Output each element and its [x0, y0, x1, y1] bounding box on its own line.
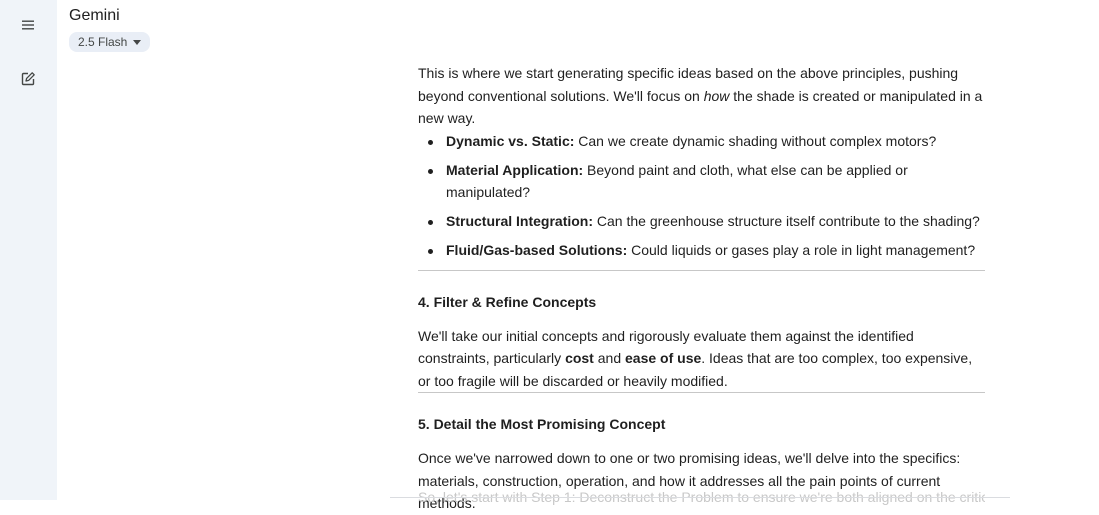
divider: [418, 269, 985, 271]
list-item-text: Can the greenhouse structure itself cont…: [593, 213, 980, 229]
list-item: Fluid/Gas-based Solutions: Could liquids…: [418, 239, 985, 262]
divider: [418, 392, 985, 393]
intro-emphasis: how: [703, 87, 730, 104]
list-item-text: Can we create dynamic shading without co…: [574, 132, 937, 149]
model-selector[interactable]: 2.5 Flash: [69, 32, 151, 52]
section-heading: 5. Detail the Most Promising Concept: [418, 416, 666, 432]
para-bold-2: ease of use: [625, 350, 702, 366]
list-item: Dynamic vs. Static: Can we create dynami…: [418, 130, 985, 153]
para-text-2: and: [593, 350, 625, 366]
new-chat-button[interactable]: [16, 67, 40, 91]
menu-button[interactable]: [16, 13, 40, 37]
response-content: This is where we start generating specif…: [418, 62, 985, 515]
list-item: Structural Integration: Can the greenhou…: [418, 210, 985, 233]
list-item: Material Application: Beyond paint and c…: [418, 159, 985, 204]
list-item-title: Dynamic vs. Static:: [446, 132, 575, 149]
divider: [390, 497, 1010, 498]
side-rail: [0, 0, 57, 500]
ideas-list: Dynamic vs. Static: Can we create dynami…: [418, 130, 985, 262]
section-paragraph: We'll take our initial concepts and rigo…: [418, 325, 985, 393]
edit-icon: [21, 72, 35, 86]
list-item-text: Could liquids or gases play a role in li…: [627, 242, 976, 258]
section-heading: 4. Filter & Refine Concepts: [418, 293, 597, 310]
menu-icon: [22, 20, 34, 30]
list-item-title: Fluid/Gas-based Solutions:: [446, 242, 628, 258]
list-item-title: Material Application:: [446, 161, 584, 178]
header: Gemini 2.5 Flash: [69, 6, 151, 52]
list-item-title: Structural Integration:: [446, 213, 594, 229]
caret-down-icon: [133, 39, 142, 45]
intro-paragraph: This is where we start generating specif…: [418, 62, 985, 130]
model-label: 2.5 Flash: [78, 35, 128, 49]
para-bold-1: cost: [565, 350, 594, 366]
app-title: Gemini: [69, 7, 120, 24]
